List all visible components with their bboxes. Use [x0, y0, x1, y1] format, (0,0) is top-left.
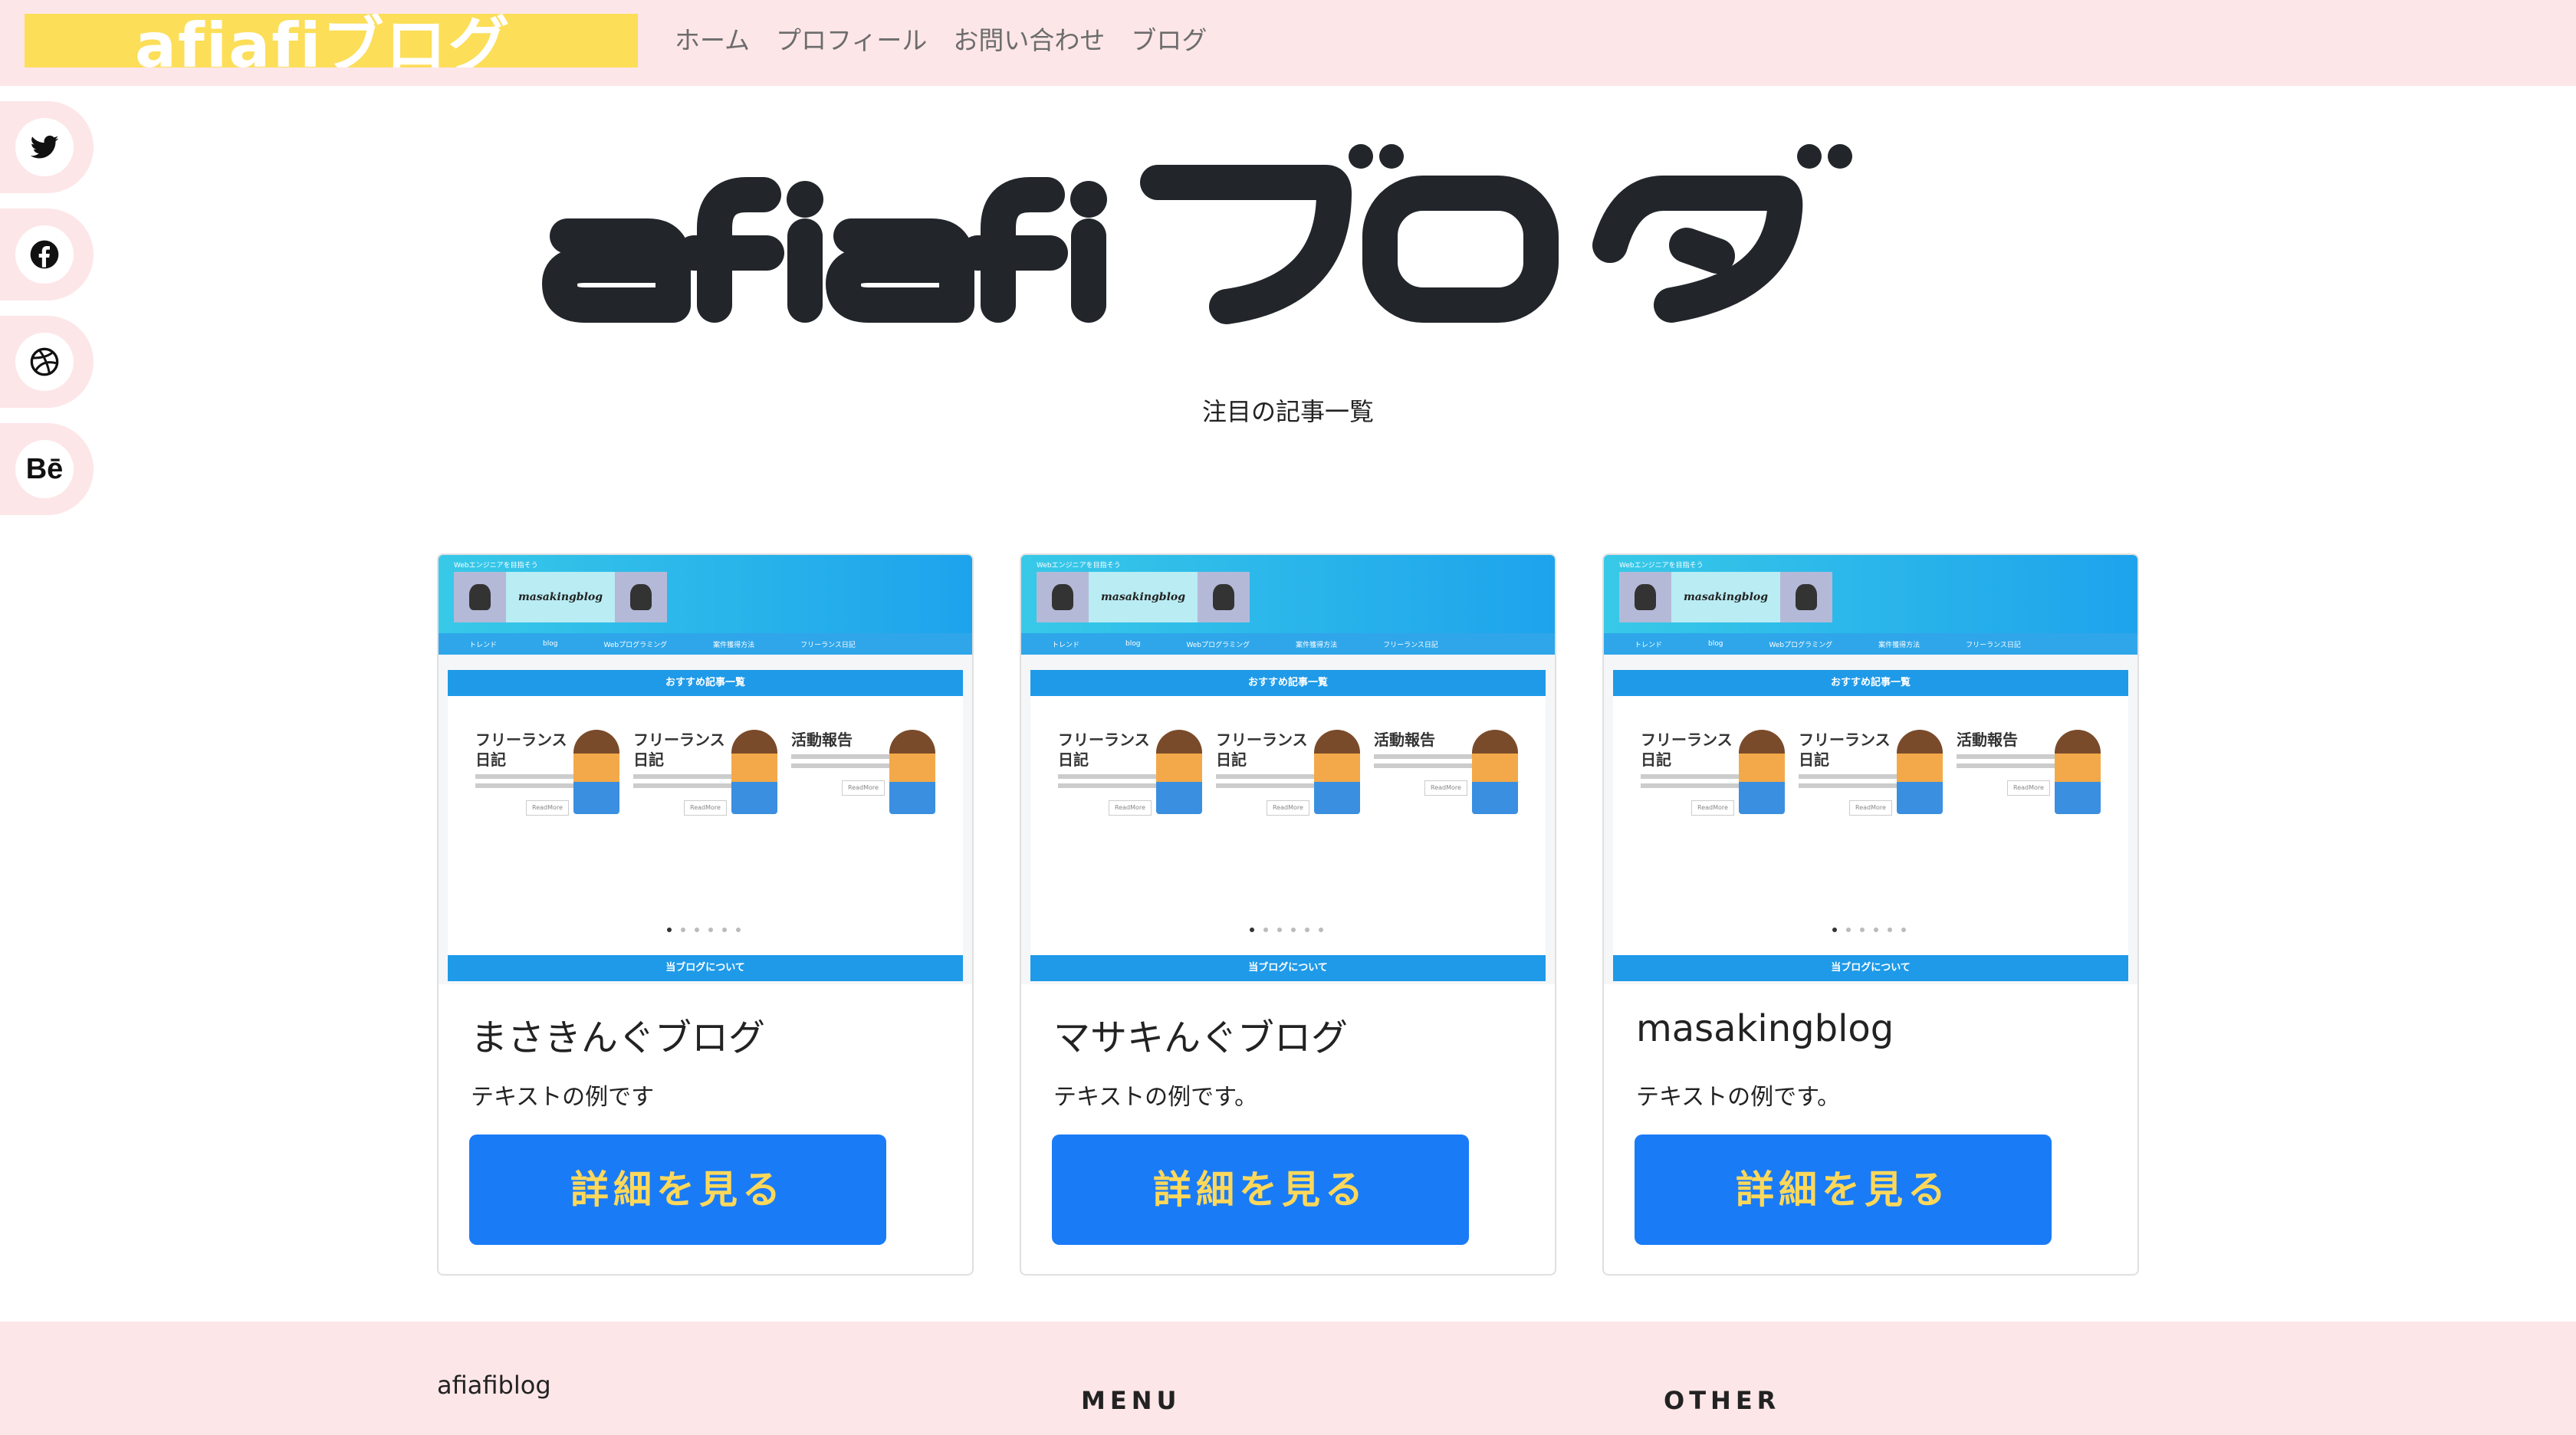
- article-card: Webエンジニアを目指そう masakingblog トレンド blog Webプロ…: [1602, 553, 2139, 1276]
- nav-blog[interactable]: ブログ: [1131, 21, 1207, 60]
- thumb-site-name: masakingblog: [1671, 572, 1780, 622]
- details-button[interactable]: 詳細を見る: [1052, 1135, 1469, 1245]
- card-title: masakingblog: [1636, 1007, 1894, 1050]
- card-title: マサキんぐブログ: [1053, 1016, 1349, 1059]
- site-footer: afiafiblog MENU OTHER: [0, 1322, 2576, 1435]
- thumb-site-name: masakingblog: [506, 572, 615, 622]
- footer-other-heading: OTHER: [1664, 1386, 1781, 1415]
- card-text: テキストの例です。: [1636, 1084, 1841, 1111]
- footer-menu-heading: MENU: [1081, 1386, 1181, 1415]
- hero-logo-graphic: [542, 144, 1852, 324]
- nav-home[interactable]: ホーム: [675, 21, 750, 60]
- card-thumbnail[interactable]: Webエンジニアを目指そう masakingblog トレンド blog Webプロ…: [1021, 555, 1555, 984]
- thumb-menu: トレンド blog Webプログラミング 案件獲得方法 フリーランス日記: [439, 633, 972, 655]
- thumb-site-name: masakingblog: [1089, 572, 1198, 622]
- dribbble-icon: [30, 347, 59, 376]
- thumb-menu: トレンド blog Webプログラミング 案件獲得方法 フリーランス日記: [1604, 633, 2137, 655]
- behance-button[interactable]: Bē: [0, 423, 94, 515]
- brand-logo[interactable]: afiafiブログ: [25, 14, 638, 67]
- nav-contact[interactable]: お問い合わせ: [953, 21, 1105, 60]
- article-card: Webエンジニアを目指そう masakingblog トレンド blog Webプロ…: [1020, 553, 1556, 1276]
- thumb-menu: トレンド blog Webプログラミング 案件獲得方法 フリーランス日記: [1021, 633, 1555, 655]
- card-thumbnail[interactable]: Webエンジニアを目指そう masakingblog トレンド blog Webプロ…: [439, 555, 972, 984]
- facebook-button[interactable]: [0, 209, 94, 300]
- behance-icon: Bē: [25, 452, 64, 485]
- thumb-section-title: おすすめ記事一覧: [1030, 670, 1546, 696]
- brand-text: afiafiブログ: [135, 14, 511, 68]
- card-text: テキストの例です: [471, 1084, 655, 1111]
- card-thumbnail[interactable]: Webエンジニアを目指そう masakingblog トレンド blog Webプロ…: [1604, 555, 2137, 984]
- thumb-top-text: Webエンジニアを目指そう: [1619, 562, 1704, 570]
- twitter-icon: [30, 135, 59, 159]
- thumb-bottom-bar: 当ブログについて: [1030, 955, 1546, 981]
- facebook-icon: [30, 240, 59, 269]
- hero-logo: [537, 130, 2039, 337]
- twitter-button[interactable]: [0, 101, 94, 193]
- featured-heading: 注目の記事一覧: [1201, 397, 1374, 426]
- card-text: テキストの例です。: [1053, 1084, 1258, 1111]
- thumb-top-text: Webエンジニアを目指そう: [454, 562, 538, 570]
- thumb-section-title: おすすめ記事一覧: [448, 670, 963, 696]
- footer-brand: afiafiblog: [437, 1371, 551, 1400]
- details-button[interactable]: 詳細を見る: [1635, 1135, 2052, 1245]
- main-nav: ホーム プロフィール お問い合わせ ブログ: [675, 21, 1207, 60]
- site-header: afiafiブログ ホーム プロフィール お問い合わせ ブログ: [0, 0, 2576, 86]
- thumb-section-title: おすすめ記事一覧: [1613, 670, 2128, 696]
- thumb-top-text: Webエンジニアを目指そう: [1037, 562, 1121, 570]
- thumb-bottom-bar: 当ブログについて: [1613, 955, 2128, 981]
- nav-profile[interactable]: プロフィール: [776, 21, 927, 60]
- card-title: まさきんぐブログ: [471, 1016, 766, 1059]
- details-button[interactable]: 詳細を見る: [469, 1135, 886, 1245]
- thumb-bottom-bar: 当ブログについて: [448, 955, 963, 981]
- article-card: Webエンジニアを目指そう masakingblog トレンド blog Webプロ…: [437, 553, 974, 1276]
